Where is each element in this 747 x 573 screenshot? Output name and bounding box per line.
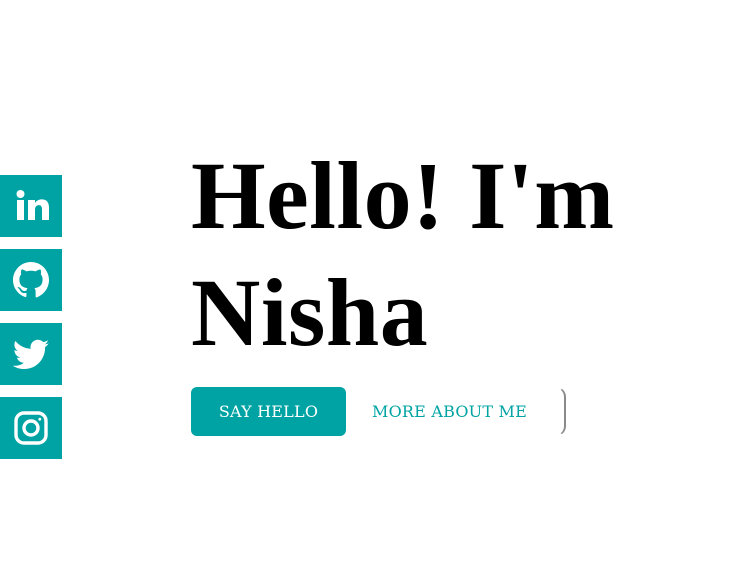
say-hello-button[interactable]: SAY HELLO — [191, 386, 346, 436]
hero-actions: SAY HELLO MORE ABOUT ME — [191, 386, 566, 436]
twitter-icon — [12, 339, 49, 369]
github-link[interactable] — [0, 249, 62, 311]
social-sidebar — [0, 175, 63, 471]
instagram-icon — [14, 411, 48, 445]
linkedin-link[interactable] — [0, 175, 62, 237]
twitter-link[interactable] — [0, 323, 62, 385]
more-about-me-button[interactable]: MORE ABOUT ME — [346, 386, 566, 436]
hero-section: Hello! I'm Nisha — [191, 137, 711, 371]
hero-title: Hello! I'm Nisha — [191, 142, 615, 366]
instagram-link[interactable] — [0, 397, 62, 459]
github-icon — [13, 262, 49, 298]
linkedin-icon — [16, 190, 49, 220]
